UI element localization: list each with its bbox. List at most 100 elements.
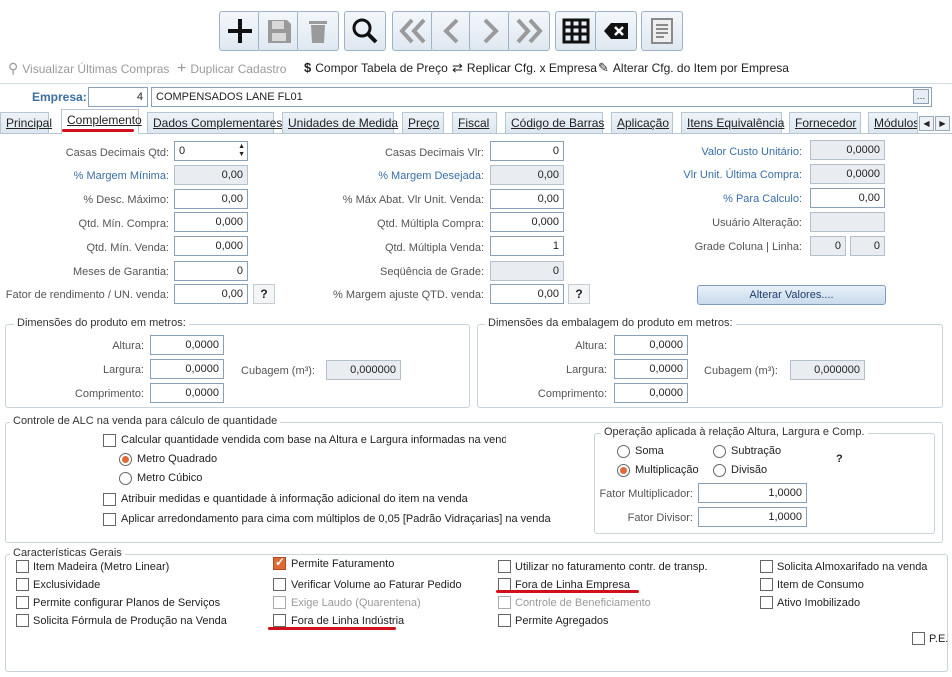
fora-linha-industria-label: Fora de Linha Indústria bbox=[291, 615, 405, 627]
calc-qtd-checkbox[interactable] bbox=[103, 434, 116, 447]
chevron-left-icon: ◀ bbox=[923, 119, 930, 128]
save-button[interactable] bbox=[258, 11, 300, 51]
soma-radio[interactable] bbox=[617, 445, 630, 458]
add-button[interactable] bbox=[219, 11, 261, 51]
tab-dados-complementares[interactable]: Dados Complementares bbox=[147, 112, 282, 133]
casas-qtd-spinner[interactable]: 0 ▲ ▼ bbox=[174, 141, 248, 161]
atribuir-checkbox[interactable] bbox=[103, 493, 116, 506]
aplicar-arred-checkbox[interactable] bbox=[103, 513, 116, 526]
company-name-input[interactable]: COMPENSADOS LANE FL01 bbox=[151, 87, 932, 107]
view-last-purchases-action[interactable]: ⚲ Visualizar Últimas Compras bbox=[8, 60, 169, 77]
delete-button[interactable] bbox=[297, 11, 339, 51]
tab-preco[interactable]: Preço bbox=[402, 112, 444, 133]
emb-comprimento-label: Comprimento: bbox=[537, 388, 607, 400]
price-table-action[interactable]: $ Compor Tabela de Preço bbox=[304, 60, 448, 75]
almoxarifado-checkbox[interactable] bbox=[760, 560, 773, 573]
next-record-button[interactable] bbox=[469, 11, 511, 51]
tab-fiscal[interactable]: Fiscal bbox=[452, 112, 497, 133]
max-abat-input[interactable]: 0,00 bbox=[490, 189, 564, 209]
fora-linha-industria-checkbox[interactable] bbox=[273, 614, 286, 627]
emb-comprimento-input[interactable]: 0,0000 bbox=[614, 383, 688, 403]
company-code-input[interactable]: 4 bbox=[88, 87, 148, 107]
controle-beneficiamento-checkbox[interactable] bbox=[498, 596, 511, 609]
tab-label: Itens Equivalência bbox=[687, 116, 785, 130]
spinner-arrows-icon[interactable]: ▲ ▼ bbox=[238, 143, 245, 159]
faturamento-transp-checkbox[interactable] bbox=[498, 560, 511, 573]
help-button[interactable]: ? bbox=[568, 284, 590, 304]
formula-producao-checkbox[interactable] bbox=[16, 614, 29, 627]
pe-checkbox[interactable] bbox=[912, 632, 925, 645]
prev-record-button[interactable] bbox=[431, 11, 473, 51]
grid-button[interactable] bbox=[555, 11, 597, 51]
duplicate-action[interactable]: + Duplicar Cadastro bbox=[177, 60, 286, 78]
tab-itens-equivalencia[interactable]: Itens Equivalência bbox=[681, 112, 785, 133]
tab-label: Aplicação bbox=[617, 116, 670, 130]
double-chevron-left-icon bbox=[399, 18, 426, 44]
margem-ajuste-input[interactable]: 0,00 bbox=[490, 284, 564, 304]
gerais-title: Características Gerais bbox=[10, 547, 125, 559]
multiplicacao-radio[interactable] bbox=[617, 464, 630, 477]
item-consumo-label: Item de Consumo bbox=[777, 579, 864, 591]
qtd-min-compra-label: Qtd. Mín. Compra: bbox=[78, 218, 169, 230]
qtd-min-compra-input[interactable]: 0,000 bbox=[174, 212, 248, 232]
tab-codigo-barras[interactable]: Código de Barras bbox=[505, 112, 604, 133]
qtd-min-venda-input[interactable]: 0,000 bbox=[174, 236, 248, 256]
fator-rend-label: Fator de rendimento / UN. venda: bbox=[5, 289, 169, 301]
usuario-alt-label: Usuário Alteração: bbox=[712, 217, 802, 229]
planos-servicos-checkbox[interactable] bbox=[16, 596, 29, 609]
multiplicacao-label: Multiplicação bbox=[635, 464, 699, 476]
tab-fornecedor[interactable]: Fornecedor bbox=[789, 112, 861, 133]
fator-div-input[interactable]: 1,0000 bbox=[698, 507, 807, 527]
fator-rend-input[interactable]: 0,00 bbox=[174, 284, 248, 304]
toolbar bbox=[0, 0, 952, 56]
operacao-title: Operação aplicada à relação Altura, Larg… bbox=[601, 426, 868, 438]
qtd-mult-venda-input[interactable]: 1 bbox=[490, 236, 564, 256]
desc-max-input[interactable]: 0,00 bbox=[174, 189, 248, 209]
divisao-radio[interactable] bbox=[713, 464, 726, 477]
qtd-mult-compra-input[interactable]: 0,000 bbox=[490, 212, 564, 232]
tab-aplicacao[interactable]: Aplicação bbox=[611, 112, 673, 133]
replicate-action[interactable]: ⇄ Replicar Cfg. x Empresa bbox=[452, 60, 597, 76]
report-button[interactable] bbox=[641, 11, 683, 51]
casas-vlr-input[interactable]: 0 bbox=[490, 141, 564, 161]
comprimento-input[interactable]: 0,0000 bbox=[150, 383, 224, 403]
ativo-imobilizado-checkbox[interactable] bbox=[760, 596, 773, 609]
largura-input[interactable]: 0,0000 bbox=[150, 359, 224, 379]
clear-button[interactable] bbox=[595, 11, 637, 51]
search-icon: ⚲ bbox=[8, 60, 19, 76]
emb-largura-input[interactable]: 0,0000 bbox=[614, 359, 688, 379]
seq-grade-label: Seqüência de Grade: bbox=[380, 266, 484, 278]
alterar-valores-button[interactable]: Alterar Valores.... bbox=[697, 285, 886, 305]
tab-unidades-medida[interactable]: Unidades de Medida bbox=[282, 112, 398, 133]
item-madeira-checkbox[interactable] bbox=[16, 560, 29, 573]
subtracao-radio[interactable] bbox=[713, 445, 726, 458]
last-record-button[interactable] bbox=[508, 11, 550, 51]
help-button[interactable]: ? bbox=[253, 284, 275, 304]
item-consumo-checkbox[interactable] bbox=[760, 578, 773, 591]
item-madeira-label: Item Madeira (Metro Linear) bbox=[33, 561, 170, 573]
tab-modulos[interactable]: Módulos bbox=[868, 112, 918, 133]
metro-cubico-radio[interactable] bbox=[119, 472, 132, 485]
fator-mult-input[interactable]: 1,0000 bbox=[698, 483, 807, 503]
permite-agregados-checkbox[interactable] bbox=[498, 614, 511, 627]
para-calculo-input[interactable]: 0,00 bbox=[810, 188, 885, 208]
atribuir-label: Atribuir medidas e quantidade à informaç… bbox=[121, 493, 468, 505]
search-button[interactable] bbox=[344, 11, 386, 51]
exclusividade-checkbox[interactable] bbox=[16, 578, 29, 591]
permite-faturamento-checkbox[interactable]: ✓ bbox=[273, 555, 286, 570]
tab-scroll-left-button[interactable]: ◀ bbox=[919, 116, 934, 131]
verificar-volume-checkbox[interactable] bbox=[273, 578, 286, 591]
casas-qtd-value: 0 bbox=[179, 145, 186, 157]
meses-garantia-input[interactable]: 0 bbox=[174, 261, 248, 281]
tab-scroll-right-button[interactable]: ▶ bbox=[935, 116, 950, 131]
exige-laudo-checkbox[interactable] bbox=[273, 596, 286, 609]
first-record-button[interactable] bbox=[392, 11, 434, 51]
emb-altura-input[interactable]: 0,0000 bbox=[614, 335, 688, 355]
help-icon[interactable]: ? bbox=[836, 453, 843, 465]
company-lookup-button[interactable]: … bbox=[913, 89, 929, 104]
emb-altura-label: Altura: bbox=[575, 340, 607, 352]
metro-quadrado-radio[interactable] bbox=[119, 453, 132, 466]
alter-cfg-action[interactable]: ✎ Alterar Cfg. do Item por Empresa bbox=[598, 60, 789, 76]
altura-input[interactable]: 0,0000 bbox=[150, 335, 224, 355]
tab-principal[interactable]: Principal bbox=[0, 112, 52, 133]
